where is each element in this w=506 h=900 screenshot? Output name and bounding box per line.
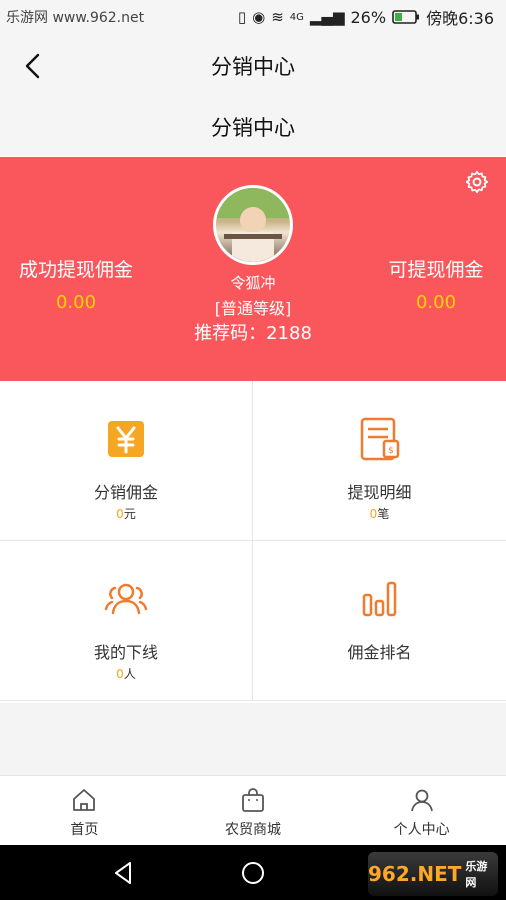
grid-item-label: 提现明细 (347, 483, 412, 502)
bottom-tabbar: 首页 农贸商城 个人中心 (0, 775, 506, 845)
watermark-sub: 乐游网 (465, 860, 488, 889)
grid-item-downline[interactable]: 我的下线 0人 (0, 541, 253, 701)
svg-text:$: $ (388, 446, 394, 456)
wifi-icon: ≋ (271, 8, 284, 26)
tab-label: 农贸商城 (225, 822, 281, 838)
group-icon (104, 583, 148, 615)
grid-item-ranking[interactable]: 佣金排名 (253, 541, 506, 701)
status-watermark-text: 乐游网 www.962.net (6, 10, 145, 26)
referral-code: 推荐码：2188 (194, 323, 312, 344)
status-right: ▯ ◉ ≋ 4G ▂▄▆ 26% 傍晚6:36 (238, 5, 494, 29)
battery-icon (392, 10, 420, 24)
watermark-text: 962.NET (368, 862, 462, 886)
grid-item-sub: 0人 (116, 665, 136, 682)
grid-item-unit: 笔 (377, 507, 390, 521)
tab-label: 个人中心 (393, 822, 450, 838)
grid-item-sub: 0元 (116, 505, 136, 522)
grid-item-count: 0 (116, 667, 124, 681)
home-icon (73, 789, 96, 811)
nickname: 令狐冲 (230, 274, 276, 292)
grid-item-sub: 0笔 (370, 505, 390, 522)
grid-item-label: 佣金排名 (347, 643, 412, 662)
grid-item-label: 分销佣金 (93, 483, 158, 502)
battery-percent: 26% (350, 7, 387, 27)
shopping-bag-icon (242, 788, 264, 812)
site-watermark: 962.NET 乐游网 (368, 852, 498, 896)
home-circle-icon[interactable] (239, 859, 267, 887)
yen-icon (108, 421, 144, 457)
tab-label: 首页 (70, 822, 99, 838)
eye-icon: ◉ (252, 8, 266, 26)
gear-icon[interactable] (464, 169, 490, 195)
nav-bar: 分销中心 (0, 34, 506, 98)
status-left: 乐游网 www.962.net (6, 7, 144, 27)
grid-item-label: 我的下线 (93, 643, 158, 662)
grid-item-unit: 人 (123, 667, 136, 681)
avatar-image (216, 188, 290, 262)
feature-grid: 分销佣金 0元 $ 提现明细 0笔 我的下线 0人 佣金排名 (0, 381, 506, 703)
bar-chart-icon (362, 581, 396, 617)
tab-mall[interactable]: 农贸商城 (169, 776, 338, 845)
grid-item-commission[interactable]: 分销佣金 0元 (0, 381, 253, 541)
tab-profile[interactable]: 个人中心 (337, 776, 506, 845)
member-level: [普通等级] (214, 299, 292, 318)
grid-item-withdraw-detail[interactable]: $ 提现明细 0笔 (253, 381, 506, 541)
chevron-left-icon (25, 53, 40, 79)
signal-icon: ▂▄▆ (309, 8, 345, 26)
user-icon (410, 789, 433, 812)
section-title: 分销中心 (0, 98, 506, 156)
page-title: 分销中心 (211, 55, 295, 79)
grid-item-count: 0 (116, 507, 124, 521)
avatar[interactable] (213, 185, 293, 265)
network-type: 4G (289, 11, 304, 23)
back-button[interactable] (14, 46, 50, 86)
status-bar: 乐游网 www.962.net ▯ ◉ ≋ 4G ▂▄▆ 26% 傍晚6:36 (0, 0, 506, 34)
tab-home[interactable]: 首页 (0, 776, 169, 845)
vibrate-icon: ▯ (237, 8, 247, 26)
profile-banner: 成功提现佣金 0.00 可提现佣金 0.00 令狐冲 [普通等级] 推荐码：21… (0, 157, 506, 381)
content-spacer (0, 703, 506, 775)
bill-icon: $ (360, 417, 399, 461)
grid-item-unit: 元 (123, 507, 136, 521)
back-triangle-icon[interactable] (110, 859, 138, 887)
status-time: 傍晚6:36 (426, 9, 494, 28)
